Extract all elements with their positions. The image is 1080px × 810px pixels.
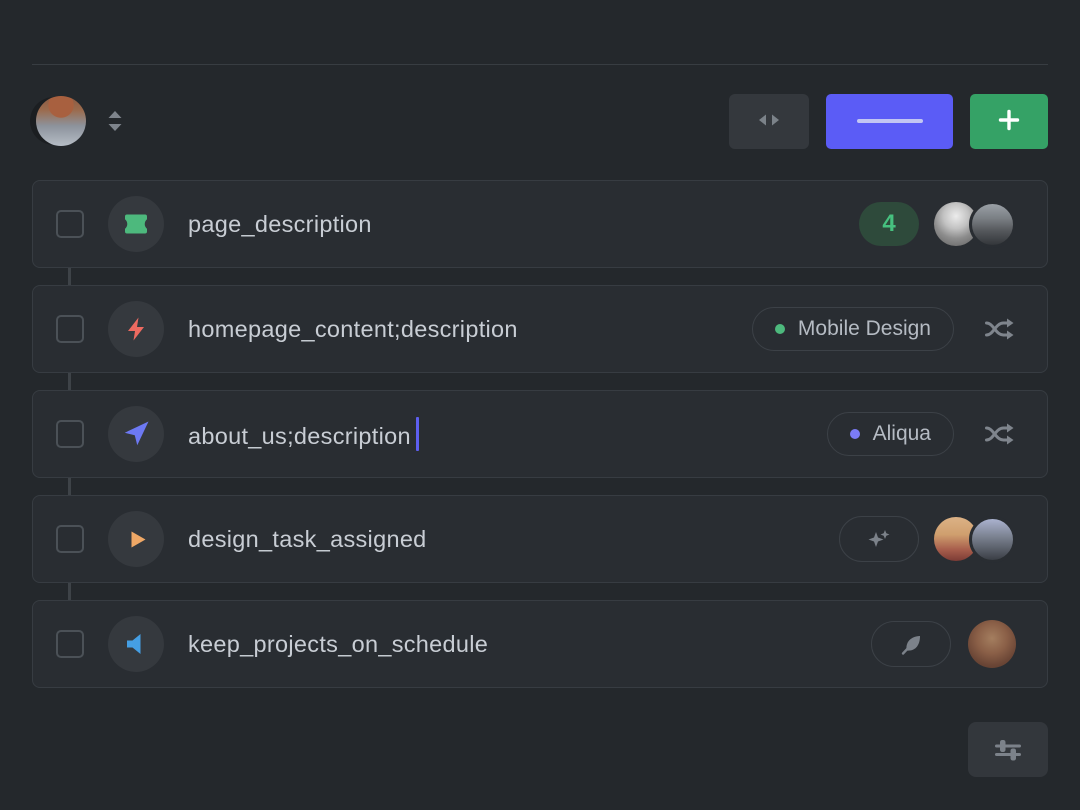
task-type-circle: [108, 511, 164, 567]
task-title-edit-field[interactable]: about_us;description: [188, 417, 419, 451]
paper-plane-icon: [121, 419, 151, 449]
task-list: page_description 4 homepage_content;desc…: [32, 180, 1048, 688]
task-title: page_description: [188, 211, 372, 238]
row-gap: [32, 478, 1048, 495]
assignee-avatar[interactable]: [969, 201, 1016, 248]
task-checkbox[interactable]: [56, 420, 84, 448]
tag-label: Mobile Design: [798, 317, 931, 341]
assignee-avatar[interactable]: [968, 620, 1016, 668]
plus-icon: [994, 105, 1024, 138]
task-title: homepage_content;description: [188, 316, 518, 343]
filter-settings-button[interactable]: [968, 722, 1048, 777]
sliders-icon: [992, 734, 1024, 766]
row-gap: [32, 268, 1048, 285]
shuffle-icon: [982, 313, 1016, 345]
task-checkbox[interactable]: [56, 630, 84, 658]
assignee-avatars: [951, 620, 1016, 668]
task-type-circle: [108, 196, 164, 252]
user-avatar[interactable]: [36, 96, 86, 146]
ticket-icon: [121, 209, 151, 239]
sort-arrows-icon[interactable]: [105, 108, 125, 134]
task-checkbox[interactable]: [56, 210, 84, 238]
row-right: [871, 620, 1016, 668]
add-button[interactable]: [970, 94, 1048, 149]
row-right: [839, 516, 1016, 563]
task-type-circle: [108, 616, 164, 672]
row-connector-line: [68, 478, 71, 495]
task-row-homepage-content[interactable]: homepage_content;description Mobile Desi…: [32, 285, 1048, 373]
task-checkbox[interactable]: [56, 315, 84, 343]
project-tag[interactable]: Mobile Design: [752, 307, 954, 351]
tag-label: Aliqua: [873, 422, 931, 446]
task-list-app: page_description 4 homepage_content;desc…: [0, 0, 1080, 810]
horizontal-expand-arrows-icon: [753, 104, 785, 139]
tag-dot: [850, 429, 860, 439]
top-divider: [32, 64, 1048, 65]
task-checkbox[interactable]: [56, 525, 84, 553]
leaf-button[interactable]: [871, 621, 951, 667]
tag-dot: [775, 324, 785, 334]
shuffle-icon: [982, 418, 1016, 450]
row-connector-line: [68, 373, 71, 390]
row-connector-line: [68, 268, 71, 285]
user-block: [32, 96, 125, 146]
task-row-keep-projects[interactable]: keep_projects_on_schedule: [32, 600, 1048, 688]
task-type-circle: [108, 301, 164, 357]
assignee-avatars: [934, 516, 1016, 563]
shuffle-button[interactable]: [982, 313, 1016, 345]
ai-sparkles-button[interactable]: [839, 516, 919, 562]
task-title: keep_projects_on_schedule: [188, 631, 488, 658]
row-right: 4: [859, 201, 1016, 248]
row-gap: [32, 583, 1048, 600]
row-gap: [32, 373, 1048, 390]
leaf-icon: [897, 630, 925, 658]
assignee-avatars: [934, 201, 1016, 248]
text-caret: [416, 417, 419, 451]
header-actions: [729, 94, 1048, 149]
lightning-icon: [121, 314, 151, 344]
row-right: Mobile Design: [752, 307, 1016, 351]
task-title: design_task_assigned: [188, 526, 427, 553]
task-row-about-us[interactable]: about_us;description Aliqua: [32, 390, 1048, 478]
subtask-count-badge: 4: [859, 202, 919, 246]
placeholder-line: [857, 119, 923, 124]
play-icon: [121, 524, 151, 554]
primary-action-button[interactable]: [826, 94, 953, 149]
expand-columns-button[interactable]: [729, 94, 809, 149]
task-row-design-task[interactable]: design_task_assigned: [32, 495, 1048, 583]
sparkles-icon: [865, 525, 893, 553]
row-connector-line: [68, 583, 71, 600]
task-row-page-description[interactable]: page_description 4: [32, 180, 1048, 268]
megaphone-icon: [121, 629, 151, 659]
project-tag[interactable]: Aliqua: [827, 412, 954, 456]
task-type-circle: [108, 406, 164, 462]
assignee-avatar[interactable]: [969, 516, 1016, 563]
row-right: Aliqua: [827, 412, 1016, 456]
shuffle-button[interactable]: [982, 418, 1016, 450]
header: [32, 93, 1048, 149]
